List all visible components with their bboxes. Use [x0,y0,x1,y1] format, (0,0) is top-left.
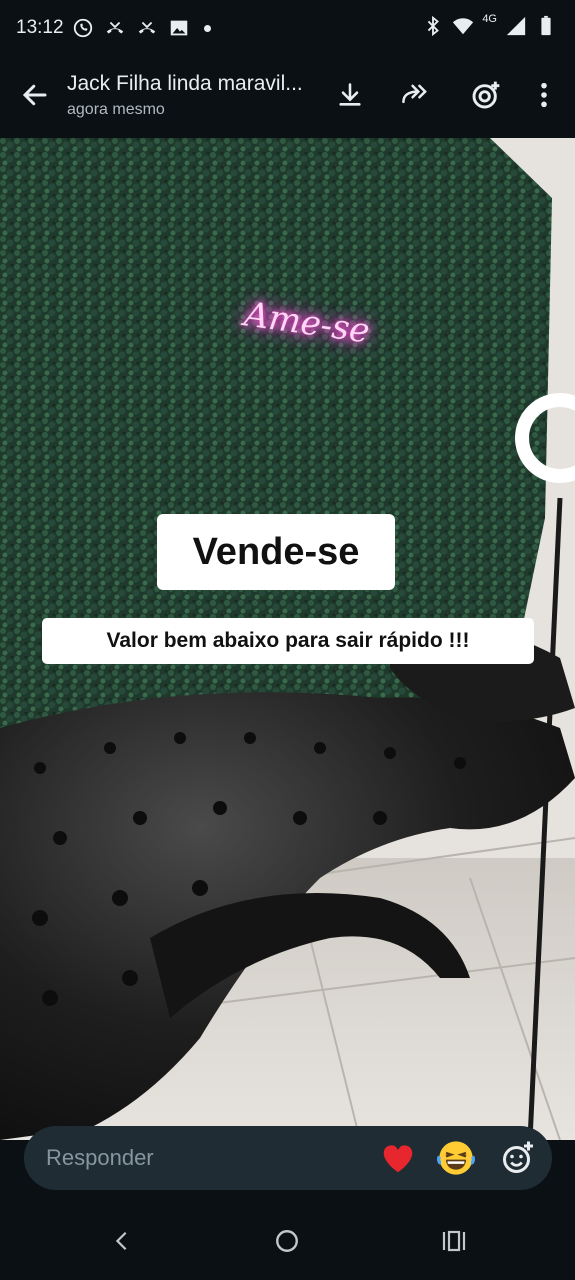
back-arrow-icon[interactable] [20,80,50,110]
notification-icons [72,17,211,39]
missed-call-icon [106,21,124,34]
contact-name[interactable]: Jack Filha linda maravil... [67,72,303,96]
more-options-button[interactable] [527,78,561,112]
nav-back-button[interactable] [105,1224,139,1258]
missed-call-icon [138,21,156,34]
nav-recents-button[interactable] [437,1224,471,1258]
nav-home-icon [276,1230,298,1252]
nav-recents-icon [442,1230,466,1252]
heart-emoji[interactable] [379,1139,417,1177]
download-icon [339,83,361,106]
clock: 13:12 [16,17,64,38]
more-options-icon [541,82,547,108]
download-button[interactable] [333,78,367,112]
status-photo[interactable]: Ame-se Vende-se Valor bem abaixo para sa… [0,138,575,1140]
system-nav-bar [0,1200,575,1280]
status-timestamp: agora mesmo [67,101,165,118]
forward-button[interactable] [399,78,433,112]
status-viewer-header: Jack Filha linda maravil... agora mesmo [0,56,575,136]
reply-input[interactable]: Responder [46,1145,154,1171]
dot-icon [204,24,211,32]
nav-home-button[interactable] [270,1224,304,1258]
signal-icon [506,16,526,36]
bluetooth-icon [428,15,440,37]
network-type: 4G [482,13,497,25]
reply-bar[interactable]: Responder [24,1126,552,1190]
caption-title: Vende-se [157,514,395,590]
wifi-icon [453,18,474,35]
forward-icon [402,84,427,104]
caption-subtitle: Valor bem abaixo para sair rápido !!! [42,618,534,664]
system-icons: 4G [422,13,557,37]
battery-icon [541,15,551,36]
add-status-icon [472,81,500,109]
nav-back-icon [115,1231,127,1251]
gallery-icon [170,20,188,36]
add-status-button[interactable] [469,78,503,112]
add-emoji-icon[interactable] [500,1140,536,1176]
whatsapp-icon [73,18,93,38]
system-status-bar: 13:12 4G [0,0,575,56]
laughing-emoji[interactable] [436,1138,476,1178]
